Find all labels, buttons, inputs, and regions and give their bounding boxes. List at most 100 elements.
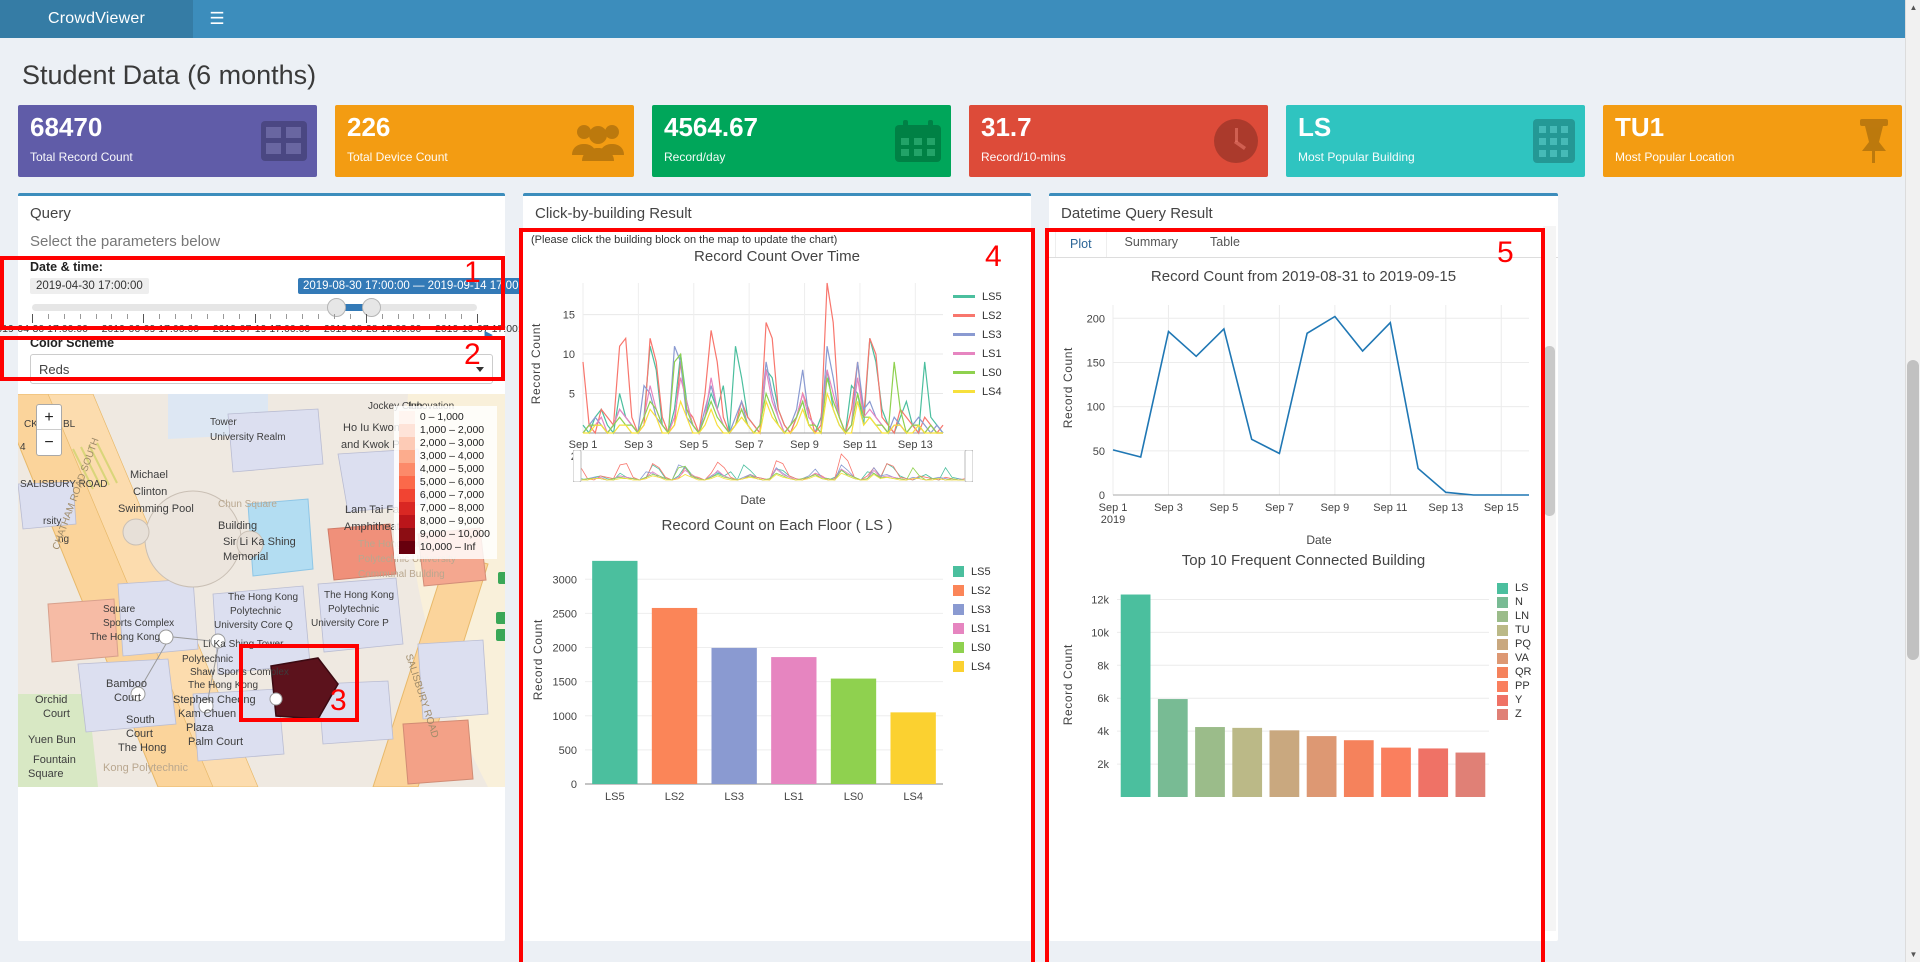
legend-item[interactable]: LS2: [953, 581, 991, 600]
datetime-panel-title: Datetime Query Result: [1061, 205, 1213, 222]
legend-item[interactable]: LS3: [953, 600, 991, 619]
kpi-card-total-record-count[interactable]: 68470 Total Record Count: [18, 105, 317, 177]
page-scrollbar-thumb[interactable]: [1907, 360, 1919, 660]
chart-record-count-date-range[interactable]: Record Count 0 50 100 150 200 Sep 1 2019 Sep 3S…: [1049, 285, 1558, 550]
legend-label: N: [1515, 596, 1523, 608]
axis-tick-label: LS0: [844, 791, 864, 803]
calendar-icon: [895, 120, 941, 162]
map-label: Kong Polytechnic: [103, 762, 188, 774]
panel-scrollbar[interactable]: [1543, 226, 1556, 931]
map-zoom-in-button[interactable]: +: [37, 405, 61, 430]
map-label: Michael: [130, 469, 168, 481]
clock-icon: [1214, 119, 1258, 163]
th-grid-icon: [261, 121, 307, 161]
annotation-number-3: 3: [330, 684, 347, 717]
legend-item[interactable]: LS4: [953, 657, 991, 676]
bar[interactable]: [1343, 740, 1374, 797]
bar[interactable]: [1269, 730, 1300, 797]
date-range-slider[interactable]: 2019-04-30 17:00:00 2019-08-30 17:00:00 …: [0, 278, 540, 341]
scroll-up-arrow-icon[interactable]: ▲: [1906, 0, 1920, 15]
datetime-tabs[interactable]: Plot Summary Table: [1049, 229, 1558, 258]
panel-scrollbar-thumb[interactable]: [1544, 346, 1555, 516]
legend-item[interactable]: LS3: [953, 325, 1002, 344]
map-pin-icon: [1856, 119, 1892, 163]
app-brand-logo[interactable]: CrowdViewer: [0, 0, 193, 38]
legend-item[interactable]: TU: [1497, 623, 1532, 637]
legend-range-label: 10,000 – Inf: [419, 541, 476, 553]
date-time-field: Date & time: 2019-04-30 17:00:00 2019-08…: [0, 260, 540, 384]
axis-tick-label: 1000: [553, 711, 577, 723]
bar[interactable]: [1418, 748, 1449, 797]
page-scrollbar[interactable]: ▲ ▼: [1905, 0, 1920, 962]
chart-record-count-each-floor[interactable]: Record Count 0 500 1000 1500 2000 2500 3000 LS5…: [523, 534, 1031, 829]
kpi-card-most-popular-location[interactable]: TU1 Most Popular Location: [1603, 105, 1902, 177]
tab-table[interactable]: Table: [1196, 229, 1254, 257]
bar[interactable]: [1306, 736, 1337, 797]
legend-line-swatch: [953, 352, 975, 355]
legend-color-swatch: [1497, 638, 1508, 650]
legend-item[interactable]: VA: [1497, 651, 1532, 665]
bar[interactable]: [1157, 699, 1188, 797]
legend-item[interactable]: LN: [1497, 609, 1532, 623]
tab-summary[interactable]: Summary: [1111, 229, 1192, 257]
legend-item[interactable]: LS: [1497, 581, 1532, 595]
legend-item[interactable]: LS5: [953, 562, 991, 581]
chart-legend[interactable]: LS5 LS2 LS3 LS1 LS0 LS4: [953, 287, 1002, 401]
bar-chart-svg[interactable]: 2k 4k 6k 8k 10k 12k: [1049, 569, 1558, 809]
map-zoom-control[interactable]: + −: [36, 404, 62, 456]
range-slider-mini-chart[interactable]: [573, 450, 973, 482]
legend-item[interactable]: PP: [1497, 679, 1532, 693]
bar[interactable]: [592, 560, 638, 784]
legend-item[interactable]: LS5: [953, 287, 1002, 306]
legend-item[interactable]: LS2: [953, 306, 1002, 325]
legend-color-swatch: [1497, 582, 1508, 594]
bar[interactable]: [830, 678, 877, 784]
legend-item[interactable]: Y: [1497, 693, 1532, 707]
line-chart-svg[interactable]: 0 50 100 150 200 Sep 12019 Sep 3 Sep 5 Sep 7 Sep …: [1049, 285, 1558, 540]
kpi-card-record-per-day[interactable]: 4564.67 Record/day: [652, 105, 951, 177]
slider-track[interactable]: [32, 298, 477, 317]
campus-map[interactable]: + − CK 42 BL 4 SALISBURY ROAD Michael Cl…: [18, 394, 505, 787]
bar[interactable]: [651, 607, 698, 784]
chart-top-10-frequent-connected-building[interactable]: Record Count 2k 4k 6k 8k 10k 12k LS N LN TU PQ VA Q…: [1049, 569, 1558, 819]
hamburger-icon[interactable]: ☰: [193, 0, 241, 38]
building-icon: [1533, 119, 1575, 163]
bar[interactable]: [1232, 727, 1263, 797]
axis-tick-label: 50: [1093, 446, 1105, 458]
chart-record-count-over-time[interactable]: Record Count 51015Sep 12019Sep 3Sep 5Sep…: [523, 265, 1031, 515]
legend-item[interactable]: QR: [1497, 665, 1532, 679]
map-label: Shaw Sports Complex: [190, 667, 289, 678]
bar[interactable]: [1455, 752, 1486, 797]
legend-item[interactable]: LS1: [953, 344, 1002, 363]
bar[interactable]: [890, 712, 936, 784]
kpi-card-record-per-10-mins[interactable]: 31.7 Record/10-mins: [969, 105, 1268, 177]
legend-swatch: [398, 411, 415, 424]
legend-item[interactable]: LS1: [953, 619, 991, 638]
chart-legend[interactable]: LS5 LS2 LS3 LS1 LS0 LS4: [953, 562, 991, 676]
legend-item[interactable]: PQ: [1497, 637, 1532, 651]
kpi-card-most-popular-building[interactable]: LS Most Popular Building: [1286, 105, 1585, 177]
kpi-card-total-device-count[interactable]: 226 Total Device Count: [335, 105, 634, 177]
legend-swatch: [398, 489, 415, 502]
axis-tick-label: LS2: [665, 791, 685, 803]
bar[interactable]: [1195, 727, 1225, 797]
legend-item[interactable]: N: [1497, 595, 1532, 609]
bar[interactable]: [1120, 594, 1151, 797]
legend-item[interactable]: Z: [1497, 707, 1532, 721]
legend-item[interactable]: LS0: [953, 363, 1002, 382]
legend-label: LS1: [982, 347, 1002, 360]
legend-swatch: [398, 528, 415, 541]
map-zoom-out-button[interactable]: −: [37, 430, 61, 455]
legend-item[interactable]: LS4: [953, 382, 1002, 401]
bar[interactable]: [711, 647, 757, 784]
page-content: Student Data (6 months) 68470 Total Reco…: [0, 38, 1920, 962]
slider-next-arrow-icon[interactable]: ▶: [485, 328, 493, 341]
legend-item[interactable]: LS0: [953, 638, 991, 657]
chart-legend[interactable]: LS N LN TU PQ VA QR PP Y Z: [1497, 581, 1532, 721]
bar[interactable]: [771, 657, 817, 784]
tab-plot[interactable]: Plot: [1055, 229, 1107, 257]
scroll-down-arrow-icon[interactable]: ▼: [1906, 947, 1920, 962]
bar[interactable]: [1381, 747, 1411, 797]
axis-tick-label: 150: [1087, 357, 1105, 369]
color-scheme-select[interactable]: Reds: [30, 354, 493, 384]
